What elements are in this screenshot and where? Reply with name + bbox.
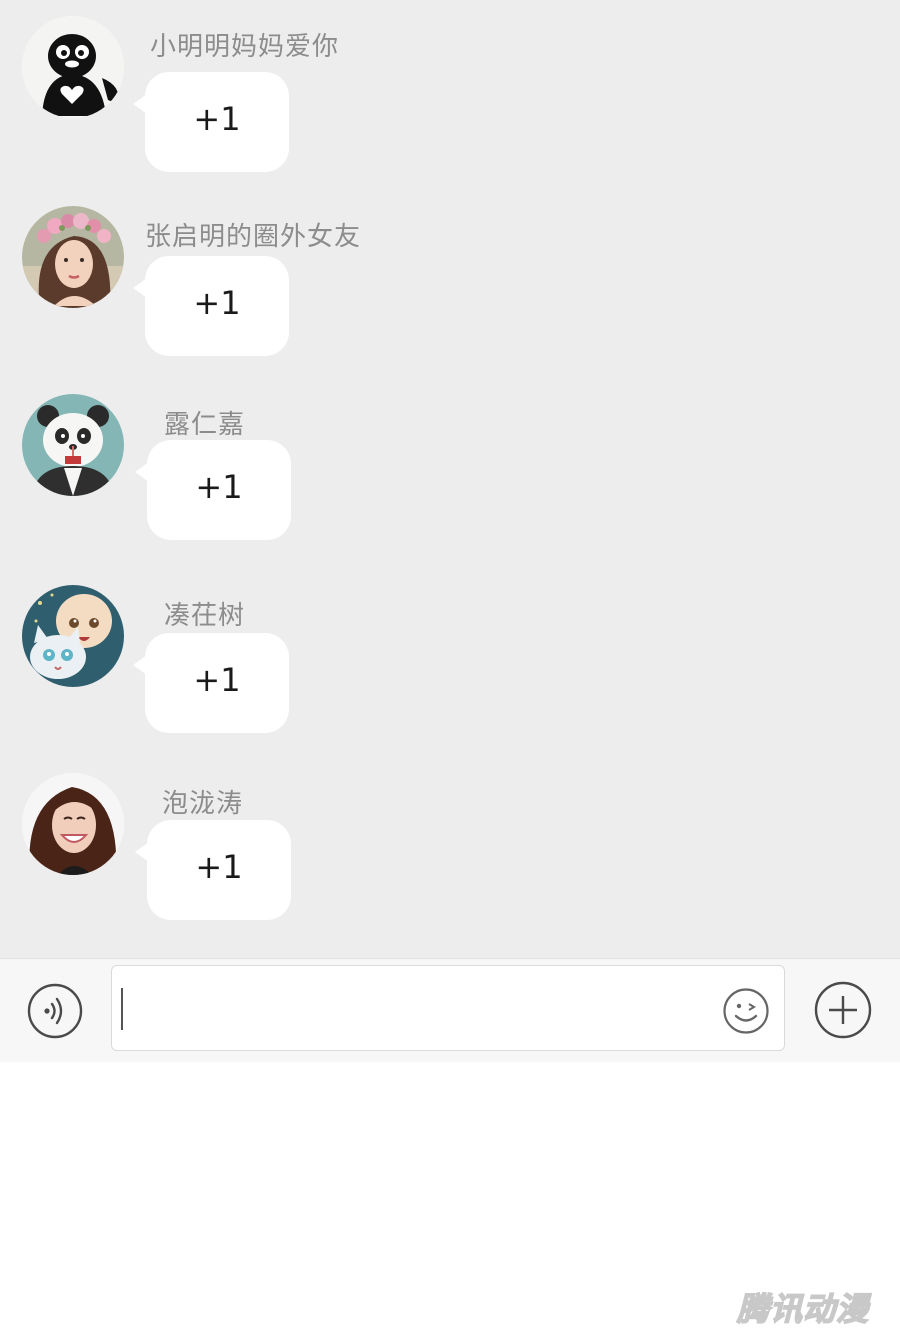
message-text: +1 (193, 661, 241, 699)
message-bubble[interactable]: +1 (133, 633, 289, 733)
smiling-woman-avatar-icon[interactable] (22, 773, 124, 875)
message-bubble[interactable]: +1 (135, 820, 291, 920)
plus-circle-icon[interactable] (814, 981, 872, 1039)
input-bar (0, 958, 900, 1063)
message-row: 小明明妈妈爱你 +1 (0, 16, 900, 186)
panda-avatar-icon[interactable] (22, 394, 124, 496)
watermark: 腾讯动漫 (736, 1289, 870, 1329)
text-cursor (121, 988, 123, 1030)
message-text: +1 (195, 468, 243, 506)
sender-name: 露仁嘉 (164, 410, 246, 440)
message-row: 张启明的圈外女友 +1 (0, 206, 900, 376)
sender-name: 小明明妈妈爱你 (150, 32, 340, 62)
message-row: 露仁嘉 +1 (0, 394, 900, 564)
message-text: +1 (193, 284, 241, 322)
message-row: 凑茌树 +1 (0, 585, 900, 755)
message-bubble[interactable]: +1 (133, 72, 289, 172)
message-row: 泡泷涛 +1 (0, 773, 900, 943)
penguin-avatar-icon[interactable] (22, 16, 124, 118)
sender-name: 凑茌树 (164, 601, 246, 631)
message-text: +1 (193, 100, 241, 138)
chibi-characters-avatar-icon[interactable] (22, 585, 124, 687)
message-bubble[interactable]: +1 (135, 440, 291, 540)
voice-icon[interactable] (27, 983, 83, 1039)
message-text: +1 (195, 848, 243, 886)
message-bubble[interactable]: +1 (133, 256, 289, 356)
sender-name: 张启明的圈外女友 (145, 222, 362, 252)
emoji-icon[interactable] (722, 987, 770, 1035)
message-input[interactable] (111, 965, 785, 1051)
flower-crown-girl-avatar-icon[interactable] (22, 206, 124, 308)
chat-message-list[interactable]: 小明明妈妈爱你 +1 张启明的圈外女友 +1 露仁嘉 +1 凑茌树 +1 泡泷涛… (0, 0, 900, 958)
sender-name: 泡泷涛 (162, 789, 244, 819)
